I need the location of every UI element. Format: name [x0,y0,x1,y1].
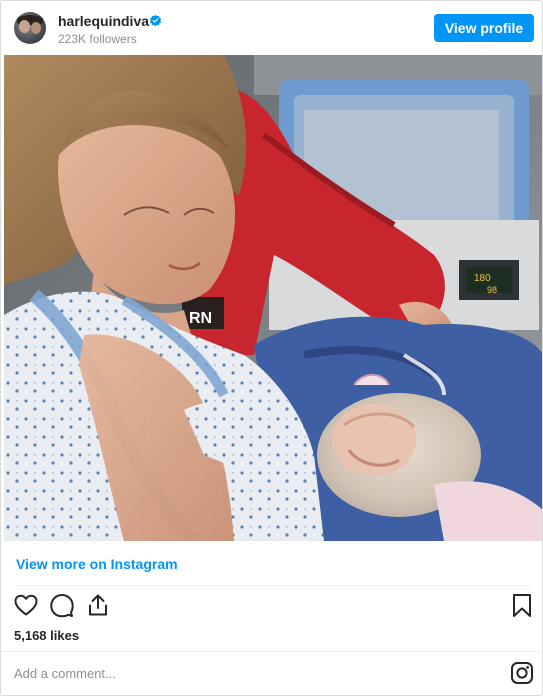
heart-icon[interactable] [12,591,40,619]
svg-text:98: 98 [487,285,497,295]
verified-badge-icon [149,14,162,27]
comment-icon[interactable] [48,591,76,619]
bookmark-icon[interactable] [508,591,536,619]
view-profile-button[interactable]: View profile [434,14,534,42]
svg-text:RN: RN [189,310,212,327]
post-photo-image: 180 98 RN [4,55,542,541]
follower-count: 223K followers [58,32,137,46]
view-more-link[interactable]: View more on Instagram [16,556,178,572]
like-count[interactable]: 5,168 likes [14,628,79,643]
post-header: harlequindiva 223K followers View profil… [1,1,542,55]
instagram-logo-icon[interactable] [510,661,534,685]
comment-input[interactable] [14,663,484,683]
action-bar [1,591,542,623]
post-photo[interactable]: 180 98 RN [4,55,542,541]
username[interactable]: harlequindiva [58,13,149,29]
divider [16,585,531,586]
divider [1,651,542,652]
instagram-embed-card: harlequindiva 223K followers View profil… [0,0,543,696]
avatar[interactable] [14,12,46,44]
share-icon[interactable] [84,591,112,619]
svg-text:180: 180 [474,273,491,284]
